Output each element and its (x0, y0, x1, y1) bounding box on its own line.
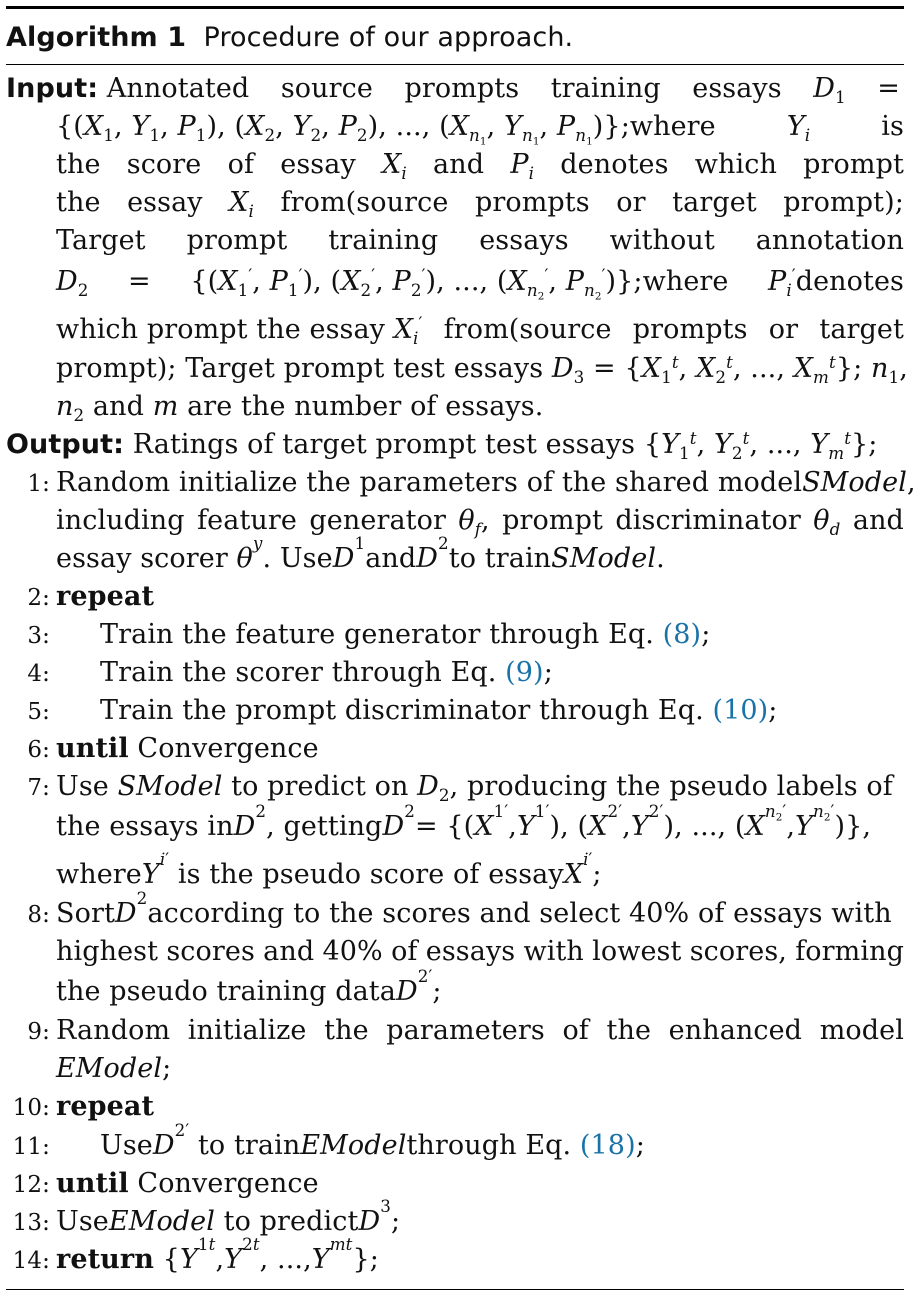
input-line-8: prompt); Target prompt test essays D3 = … (56, 351, 908, 387)
step-1: 1: Random initialize the parameters of t… (27, 467, 913, 498)
algorithm-title: Procedure of our approach. (203, 22, 574, 53)
eq-18-link[interactable]: (18) (580, 1130, 636, 1162)
input-line-5: Target prompt training essays without annotat… (56, 225, 904, 256)
step-8-line-2: highest scores and 40% of essays with lowest sco… (56, 936, 904, 967)
output-label: Output: (6, 429, 125, 460)
algorithm-caption: Algorithm 1 Procedure of our approach. (6, 22, 573, 53)
step-3: 3: Train the feature generator through E… (27, 619, 711, 651)
input-line-6: D2 = {(X1′, P1′), (X2′, P2′), ..., (Xn2′, … (56, 264, 904, 303)
eq-8-link[interactable]: (8) (663, 619, 702, 651)
input-line-4: the essay Xi from(source prompts or target prom… (56, 187, 904, 221)
step-9: 9: Random initialize the parameters of the enh… (27, 1015, 904, 1046)
step-4: 4: Train the scorer through Eq. (9); (27, 657, 553, 689)
step-14: 14: return {Y 1 t, Y2t, ..., Ym t}; (12, 1234, 379, 1275)
step-1-line-2: including feature generator θf, prompt discri… (56, 505, 904, 539)
step-7-line-2: the essays in D2, getting D2 = {(X 1 ′, Y1… (56, 801, 872, 842)
input-line-2: {(X1, Y1, P1), (X2, Y2, P2), ..., (Xn1, … (56, 111, 904, 148)
step-13: 13: Use EModel to predict D 3; (12, 1196, 401, 1237)
input-line-9: n2 and m are the number of essays. (56, 391, 544, 425)
bottom-rule (6, 1289, 904, 1290)
top-rule (6, 6, 904, 9)
input-label: Input: (6, 73, 99, 104)
output-line: Output: Ratings of target prompt test es… (6, 427, 878, 463)
step-5: 5: Train the prompt discriminator throug… (27, 695, 778, 727)
step-7-line-3: where Yi ′ is the pseudo score of essay X… (56, 849, 602, 890)
step-10: 10: repeat (12, 1091, 155, 1122)
step-8-line-3: the pseudo training data D 2 ′; (56, 966, 442, 1007)
step-7: 7: Use SModel to predict on D2, producin… (27, 771, 893, 805)
step-2: 2: repeat (27, 581, 155, 612)
eq-10-link[interactable]: (10) (712, 695, 768, 727)
caption-rule (6, 64, 904, 65)
input-line-3: the score of essay Xi and Pi denotes which prompt (56, 149, 904, 183)
step-11: 11: Use D 2 ′ to train EModel through Eq. … (12, 1120, 645, 1162)
step-8: 8: Sort D2 according to the scores and s… (27, 888, 892, 929)
input-line-1: Input: Annotated source prompts training ess… (6, 73, 900, 107)
eq-9-link[interactable]: (9) (505, 657, 544, 689)
step-12: 12: until Convergence (12, 1168, 319, 1199)
step-6: 6: until Convergence (27, 733, 319, 764)
step-1-line-3: essay scorer θy. Use D1 and D2 to train … (56, 533, 665, 574)
input-line-7: which prompt the essay Xi′ from(source pro… (56, 312, 904, 348)
algorithm-label: Algorithm 1 (6, 22, 187, 53)
step-9-line-2: EModel; (56, 1053, 172, 1084)
